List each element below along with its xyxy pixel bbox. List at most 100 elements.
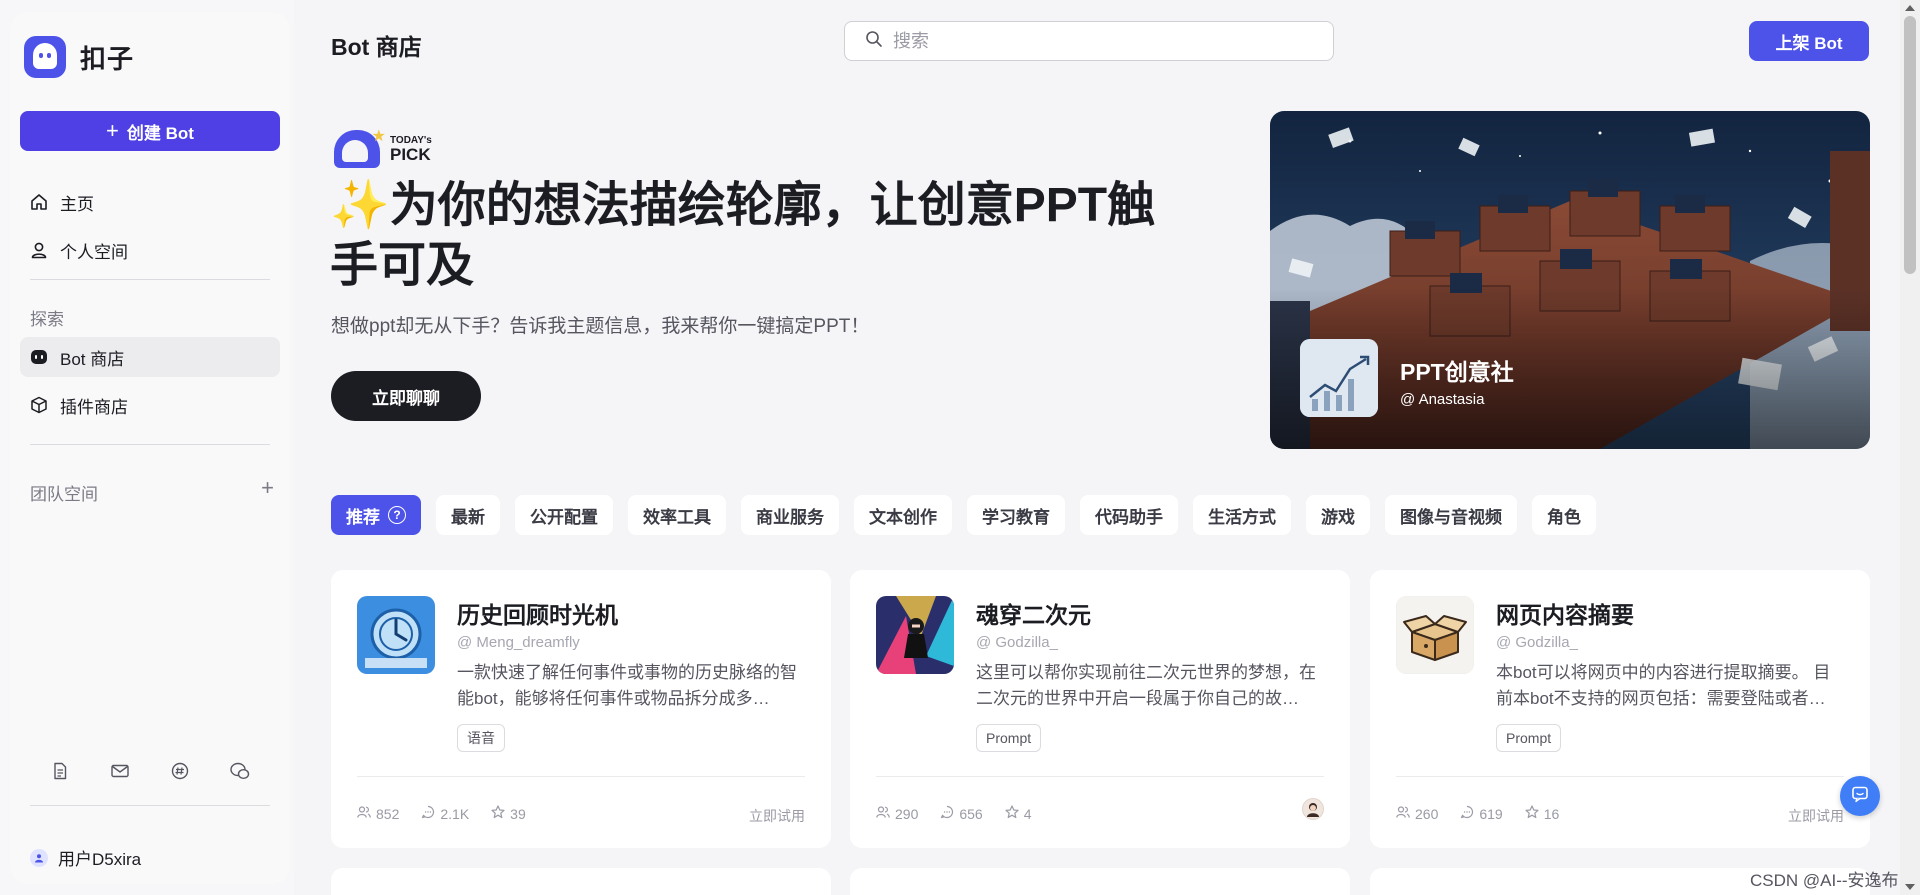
team-space-label: 团队空间 (30, 485, 98, 504)
watermark: CSDN @AI--安逸布 (1750, 871, 1899, 890)
tab-education[interactable]: 学习教育 (967, 495, 1065, 535)
help-icon[interactable]: ? (388, 506, 406, 524)
tab-productivity[interactable]: 效率工具 (628, 495, 726, 535)
sidebar-footer-links (30, 760, 270, 782)
bot-description: 这里可以帮你实现前往二次元世界的梦想，在二次元的世界中开启一段属于你自己的故… (976, 663, 1316, 708)
scroll-down-arrow-icon[interactable] (1905, 884, 1915, 890)
brand[interactable]: 扣子 (24, 36, 134, 78)
featured-bot-author: @ Anastasia (1400, 391, 1485, 408)
chats-count: 656 (959, 805, 983, 822)
try-now-link[interactable]: 立即试用 (749, 806, 805, 826)
try-now-link[interactable]: 立即试用 (1788, 806, 1844, 826)
divider (1396, 776, 1844, 777)
chats-count: 619 (1479, 805, 1503, 822)
bot-avatar (1396, 596, 1474, 674)
bot-stats: 260 619 16 (1396, 805, 1559, 822)
chat-icon (940, 805, 954, 822)
divider (357, 776, 805, 777)
sidebar-item-label: 插件商店 (60, 397, 128, 417)
sidebar-item-label: 个人空间 (60, 242, 128, 262)
feedback-chat-button[interactable] (1840, 776, 1880, 816)
users-icon (1396, 805, 1410, 822)
scrollbar-thumb[interactable] (1904, 16, 1916, 274)
tab-lifestyle[interactable]: 生活方式 (1193, 495, 1291, 535)
bot-card[interactable]: 网页内容摘要 @ Godzilla_ 本bot可以将网页中的内容进行提取摘要。 … (1370, 570, 1870, 848)
user-name: 用户D5xira (58, 850, 142, 869)
tab-writing[interactable]: 文本创作 (854, 495, 952, 535)
page-scrollbar[interactable] (1900, 0, 1920, 895)
hero-subtitle: 想做ppt却无从下手？告诉我主题信息，我来帮你一键搞定PPT！ (331, 316, 870, 337)
search-box[interactable] (844, 21, 1334, 61)
tab-label: 推荐 (346, 507, 380, 527)
sidebar-item-home[interactable]: 主页 (20, 182, 280, 222)
badge-small-text: TODAY's (390, 134, 432, 146)
badge-big-text: PICK (390, 144, 431, 164)
scroll-up-arrow-icon[interactable] (1905, 5, 1915, 11)
sidebar-item-bot-store[interactable]: Bot 商店 (20, 337, 280, 377)
page-title: Bot 商店 (331, 34, 422, 60)
publish-bot-button[interactable]: 上架 Bot (1749, 21, 1869, 61)
mail-icon[interactable] (109, 760, 131, 782)
search-icon (865, 30, 883, 53)
stars-count: 16 (1543, 805, 1560, 822)
chat-icon (1460, 805, 1474, 822)
user-profile[interactable]: 用户D5xira (30, 845, 141, 870)
star-icon (1005, 805, 1019, 822)
users-icon (357, 805, 371, 822)
featured-bot-avatar (1300, 339, 1378, 417)
divider (30, 805, 270, 806)
tab-games[interactable]: 游戏 (1306, 495, 1370, 535)
users-count: 260 (1415, 805, 1439, 822)
bot-card[interactable]: 历史回顾时光机 @ Meng_dreamfly 一款快速了解任何事件或事物的历史… (331, 570, 831, 848)
search-input[interactable] (893, 30, 1313, 52)
featured-bot-name: PPT创意社 (1400, 359, 1514, 385)
featured-bot-card[interactable]: PPT创意社 @ Anastasia (1270, 111, 1870, 449)
divider (30, 279, 270, 280)
tab-characters[interactable]: 角色 (1532, 495, 1596, 535)
add-team-icon[interactable]: + (261, 475, 274, 501)
tab-recommended[interactable]: 推荐 ? (331, 495, 421, 535)
tab-latest[interactable]: 最新 (436, 495, 500, 535)
tab-media[interactable]: 图像与音视频 (1385, 495, 1517, 535)
bot-avatar (357, 596, 435, 674)
create-bot-button[interactable]: + 创建 Bot (20, 111, 280, 151)
bot-description: 一款快速了解任何事件或事物的历史脉络的智能bot，能够将任何事件或物品拆分成多… (457, 663, 797, 708)
bot-title: 魂穿二次元 (976, 602, 1091, 628)
bot-description: 本bot可以将网页中的内容进行提取摘要。 目前本bot不支持的网页包括：需要登陆… (1496, 663, 1831, 708)
sidebar-item-label: Bot 商店 (60, 349, 125, 369)
bot-card-partial[interactable] (850, 868, 1350, 895)
discord-icon[interactable] (169, 760, 191, 782)
document-icon[interactable] (49, 760, 71, 782)
bot-tag: Prompt (976, 724, 1042, 752)
tab-coding[interactable]: 代码助手 (1080, 495, 1178, 535)
sidebar-item-plugin-store[interactable]: 插件商店 (20, 385, 280, 425)
wechat-icon[interactable] (229, 760, 251, 782)
sidebar-item-label: 主页 (60, 194, 94, 214)
stars-count: 4 (1023, 805, 1032, 822)
users-count: 290 (895, 805, 919, 822)
tab-business[interactable]: 商业服务 (741, 495, 839, 535)
bot-card-partial[interactable] (331, 868, 831, 895)
chat-now-button[interactable]: 立即聊聊 (331, 371, 481, 421)
plus-icon: + (106, 118, 119, 143)
stars-count: 39 (510, 805, 526, 822)
bot-card[interactable]: 魂穿二次元 @ Godzilla_ 这里可以帮你实现前往二次元世界的梦想，在二次… (850, 570, 1350, 848)
bot-author: @ Godzilla_ (1496, 634, 1578, 651)
tab-public-config[interactable]: 公开配置 (515, 495, 613, 535)
chat-icon (421, 805, 435, 822)
create-bot-label: 创建 Bot (126, 123, 194, 143)
chats-count: 2.1K (440, 805, 470, 822)
star-icon (491, 805, 505, 822)
bot-stats: 290 656 4 (876, 805, 1032, 822)
sidebar-item-personal-space[interactable]: 个人空间 (20, 230, 280, 270)
sparkle-icon: ✨ (330, 179, 390, 232)
explore-label: 探索 (30, 310, 64, 329)
bot-title: 网页内容摘要 (1496, 602, 1634, 628)
bot-title: 历史回顾时光机 (457, 602, 618, 628)
bot-tag: 语音 (457, 724, 505, 752)
creator-avatar[interactable] (1302, 798, 1324, 820)
brand-name: 扣子 (80, 43, 135, 74)
category-tabs: 推荐 ? 最新 公开配置 效率工具 商业服务 文本创作 学习教育 代码助手 生活… (331, 495, 1596, 535)
bot-author: @ Godzilla_ (976, 634, 1058, 651)
chat-bubble-icon (1850, 784, 1870, 809)
